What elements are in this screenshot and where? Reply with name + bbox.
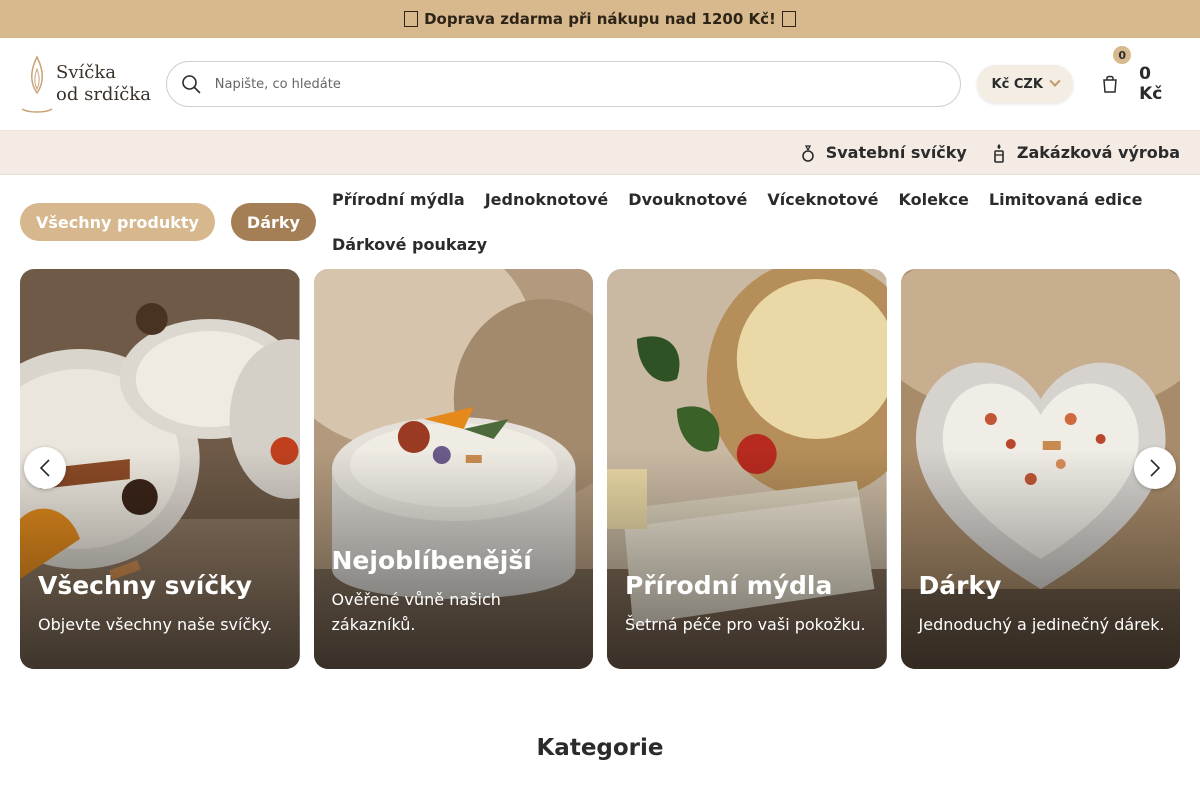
nav-wedding-candles[interactable]: Svatební svíčky [800,143,967,163]
category-link-single-wick[interactable]: Jednoknotové [485,189,609,211]
ring-icon [801,144,814,162]
card-description: Ověřené vůně našich zákazníků. [331,590,501,634]
chevron-right-icon [1150,459,1161,477]
pill-all-products[interactable]: Všechny produkty [20,203,215,241]
card-most-popular[interactable]: Nejoblíbenější Ověřené vůně našich zákaz… [313,269,593,669]
card-title: Přírodní mýdla [625,571,833,600]
nav-custom-production[interactable]: Zakázková výroba [991,143,1180,163]
gift-icon [404,11,419,27]
category-carousel: Všechny svíčky Objevte všechny naše svíč… [20,269,1180,669]
card-natural-soaps[interactable]: Přírodní mýdla Šetrná péče pro vaši poko… [607,269,887,669]
logo[interactable]: Svíčka od srdíčka [20,53,152,115]
pill-gifts[interactable]: Dárky [230,203,316,241]
section-title: Kategorie [536,735,664,761]
currency-label: Kč CZK [991,76,1043,92]
cart-count-badge: 0 [1113,46,1132,64]
currency-select[interactable]: Kč CZK [977,65,1074,103]
card-description: Jednoduchý a jedinečný dárek. [918,615,1165,634]
promo-text: Doprava zdarma při nákupu nad 1200 Kč! [424,10,776,28]
category-link-gift-vouchers[interactable]: Dárkové poukazy [332,234,487,256]
logo-line-1: Svíčka [56,62,116,83]
card-description: Šetrná péče pro vaši pokožku. [625,615,866,634]
search-input[interactable] [214,76,961,92]
category-link-multi-wick[interactable]: Víceknotové [767,189,878,211]
chevron-left-icon [39,459,50,477]
cart-button[interactable]: 0 0 Kč [1101,46,1180,104]
card-title: Dárky [918,571,1002,600]
nav-label: Svatební svíčky [825,143,967,162]
card-title: Nejoblíbenější [331,546,532,575]
category-nav: Všechny produkty Dárky Přírodní mýdla Je… [0,175,1200,269]
search-icon[interactable] [181,74,201,94]
carousel-next-button[interactable] [1134,447,1176,489]
cart-total: 0 Kč [1139,64,1163,104]
carousel-prev-button[interactable] [24,447,66,489]
secondary-nav: Svatební svíčky Zakázková výroba [0,131,1200,175]
site-header: Svíčka od srdíčka Kč CZK 0 0 Kč [0,38,1200,131]
category-link-double-wick[interactable]: Dvouknotové [628,189,747,211]
chevron-down-icon [1049,75,1061,87]
shopping-bag-icon [1103,75,1117,93]
search-bar[interactable] [165,61,962,107]
category-link-collections[interactable]: Kolekce [898,189,968,211]
promo-bar: Doprava zdarma při nákupu nad 1200 Kč! [0,0,1200,38]
category-link-limited-edition[interactable]: Limitovaná edice [989,189,1143,211]
card-title: Všechny svíčky [38,571,253,600]
gift-icon [781,11,796,27]
card-description: Objevte všechny naše svíčky. [38,615,273,634]
candle-flame-logo-icon [21,55,53,113]
nav-label: Zakázková výroba [1016,143,1180,162]
logo-line-2: od srdíčka [56,84,151,105]
category-link-natural-soaps[interactable]: Přírodní mýdla [332,189,465,211]
candle-icon [994,143,1004,163]
